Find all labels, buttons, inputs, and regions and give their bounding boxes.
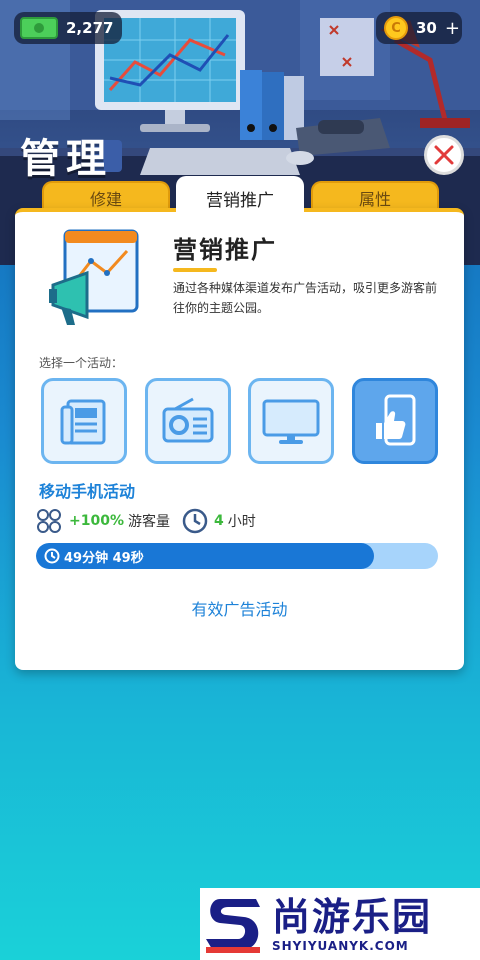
cash-icon bbox=[20, 17, 58, 39]
title-underline bbox=[173, 268, 217, 272]
coin-counter[interactable]: C 30 + bbox=[376, 12, 462, 44]
choose-activity-label: 选择一个活动： bbox=[39, 356, 124, 370]
money-counter: 2,277 bbox=[14, 12, 122, 44]
panel-description: 通过各种媒体渠道发布广告活动，吸引更多游客前往你的主题公园。 bbox=[173, 281, 438, 315]
close-icon bbox=[434, 145, 454, 165]
timer-icon bbox=[44, 548, 60, 564]
panel-title: 营销推广 bbox=[173, 236, 277, 264]
tv-icon bbox=[262, 399, 320, 444]
activity-option-tv[interactable] bbox=[248, 378, 334, 464]
watermark-logo-icon bbox=[206, 899, 260, 953]
close-button[interactable] bbox=[424, 135, 464, 175]
coin-value: 30 bbox=[416, 19, 437, 37]
duration-value: 4 bbox=[213, 513, 224, 529]
duration-unit: 小时 bbox=[227, 514, 256, 530]
watermark-cn: 尚游乐园 bbox=[272, 895, 433, 939]
activity-option-mobile[interactable] bbox=[352, 378, 438, 464]
tab-marketing[interactable]: 营销推广 bbox=[176, 176, 304, 220]
activity-option-newspaper[interactable] bbox=[41, 378, 127, 464]
activity-name: 移动手机活动 bbox=[39, 482, 136, 501]
page-title: 管理 bbox=[20, 136, 112, 182]
remaining-time: 49分钟 49秒 bbox=[64, 550, 144, 566]
add-coins-button[interactable]: + bbox=[445, 18, 460, 39]
watermark-en: SHYIYUANYK.COM bbox=[272, 939, 409, 953]
visitor-boost-value: +100% bbox=[69, 513, 124, 529]
visitors-icon bbox=[37, 509, 61, 533]
marketing-chart-icon bbox=[49, 229, 139, 325]
marketing-panel: 营销推广 通过各种媒体渠道发布广告活动，吸引更多游客前往你的主题公园。 选择一个… bbox=[15, 208, 464, 670]
money-value: 2,277 bbox=[66, 19, 114, 37]
mobile-thumbs-up-icon bbox=[376, 394, 416, 446]
campaign-progress-bar: 49分钟 49秒 bbox=[36, 543, 438, 569]
activity-option-radio[interactable] bbox=[145, 378, 231, 464]
activity-stats: +100% 游客量 4 小时 bbox=[35, 506, 256, 536]
radio-icon bbox=[162, 397, 214, 443]
campaign-progress-fill: 49分钟 49秒 bbox=[36, 543, 374, 569]
coin-icon: C bbox=[384, 16, 408, 40]
visitor-boost-label: 游客量 bbox=[127, 514, 170, 530]
clock-icon bbox=[182, 508, 208, 534]
watermark: 尚游乐园 SHYIYUANYK.COM bbox=[200, 888, 480, 960]
newspaper-icon bbox=[60, 399, 106, 445]
active-campaigns-link[interactable]: 有效广告活动 bbox=[15, 596, 464, 620]
